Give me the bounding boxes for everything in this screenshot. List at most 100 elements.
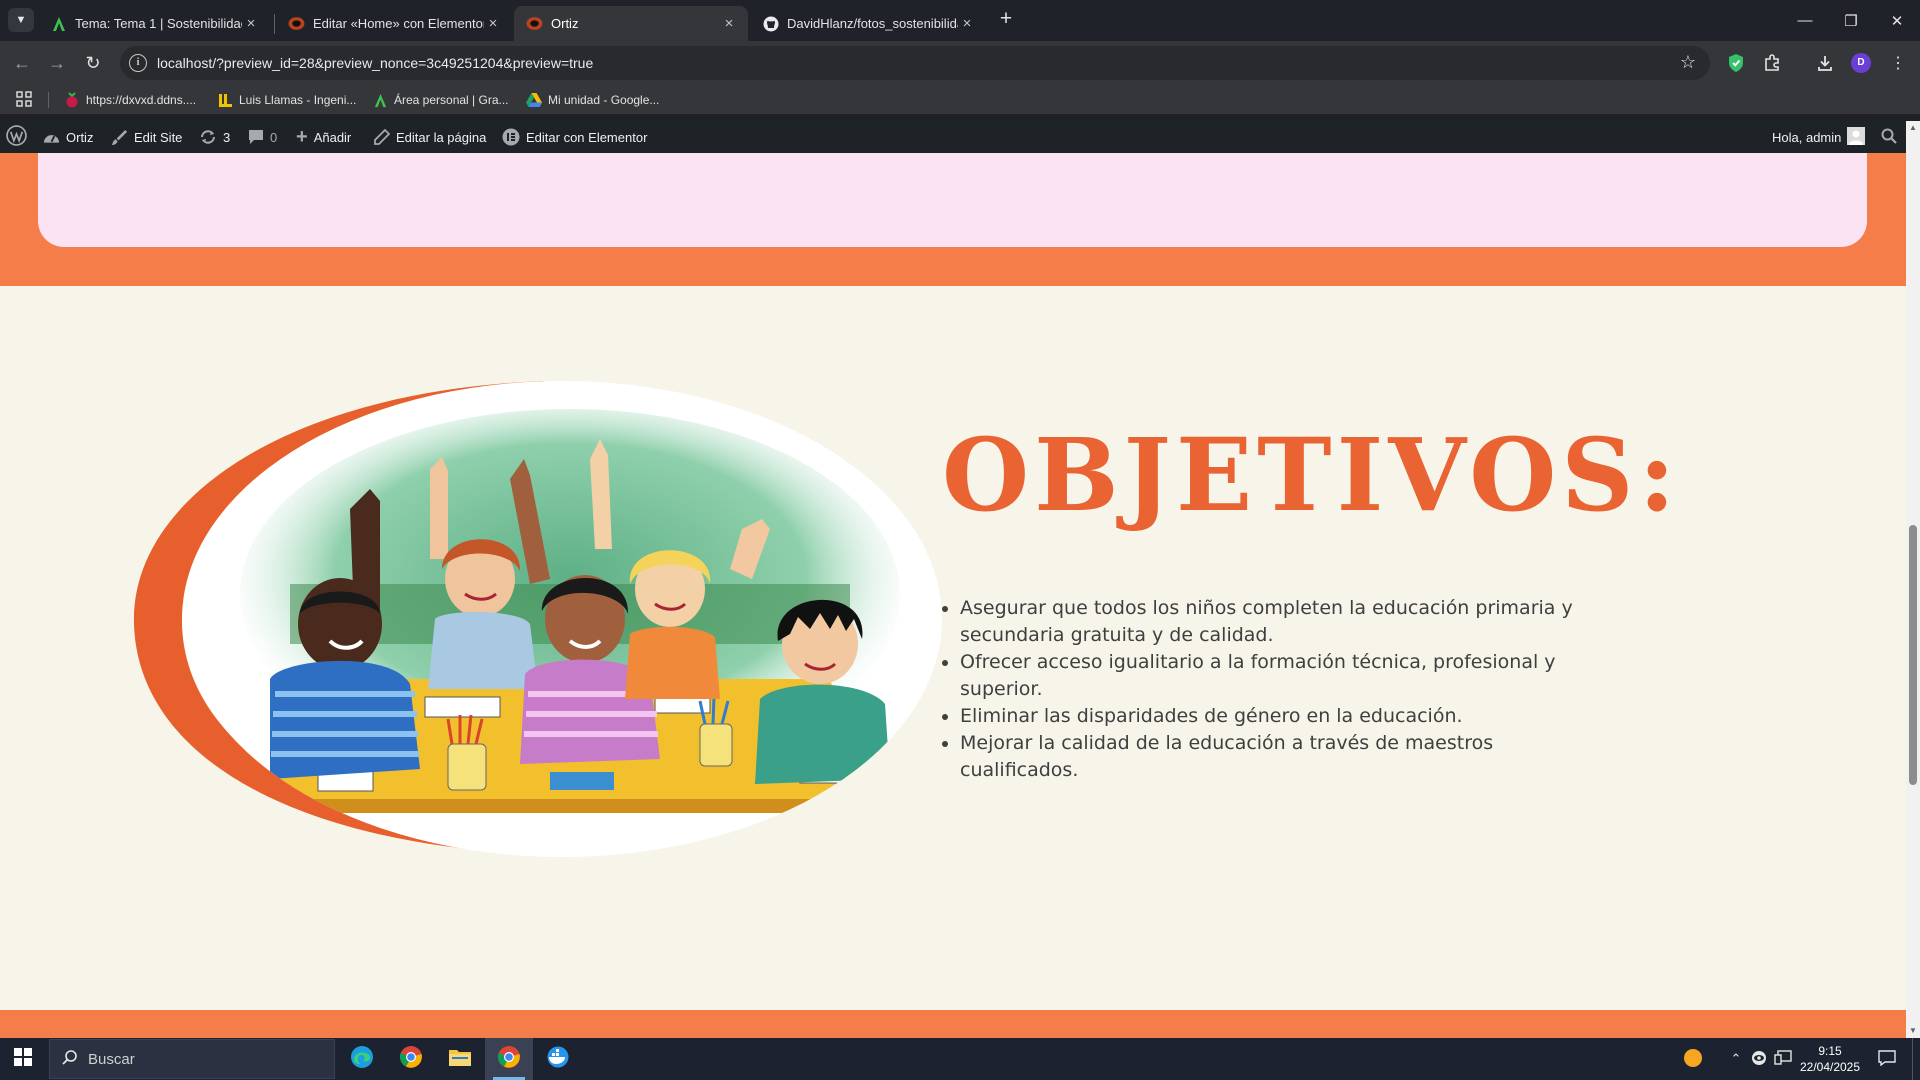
taskbar-docker[interactable] <box>534 1038 582 1080</box>
address-bar[interactable]: i localhost/?preview_id=28&preview_nonce… <box>120 46 1710 80</box>
tab-elementor-editor[interactable]: Editar «Home» con Elementor × <box>276 6 512 41</box>
add-new-label: Añadir <box>313 129 352 145</box>
forward-button[interactable]: → <box>41 47 73 79</box>
profile-avatar[interactable]: D <box>1851 53 1871 73</box>
reload-button[interactable]: ↻ <box>77 47 109 79</box>
bookmark-label: Luis Llamas - Ingeni... <box>239 93 357 107</box>
reload-icon: ↻ <box>85 52 101 73</box>
tab-label: DavidHlanz/fotos_sostenibilidad <box>787 16 958 31</box>
site-info-icon[interactable]: i <box>129 54 147 72</box>
bookmarks-bar: https://dxvxd.ddns.... Luis Llamas - Ing… <box>0 85 1920 115</box>
bookmark-item[interactable]: Área personal | Gra... <box>372 90 509 110</box>
tab-search-button[interactable]: ▼ <box>8 8 34 32</box>
vpn-eye-icon <box>1751 1050 1767 1069</box>
new-tab-button[interactable]: + <box>994 6 1018 34</box>
shield-extension-icon[interactable] <box>1722 49 1750 77</box>
wordpress-icon <box>6 125 27 149</box>
minimize-button[interactable]: — <box>1782 0 1828 41</box>
status-dot-icon <box>1683 1048 1703 1071</box>
tray-vpn[interactable] <box>1748 1038 1770 1080</box>
page-scrollbar[interactable]: ▲ ▼ <box>1906 121 1920 1038</box>
scroll-down-icon[interactable]: ▼ <box>1906 1024 1920 1038</box>
site-logo-icon <box>288 15 305 32</box>
start-button[interactable] <box>0 1038 46 1080</box>
edit-site-link[interactable]: Edit Site <box>111 121 182 153</box>
avatar <box>1847 126 1866 148</box>
updates-link[interactable]: 3 <box>199 121 230 153</box>
close-icon[interactable]: × <box>242 15 260 32</box>
notifications-button[interactable] <box>1872 1038 1902 1080</box>
chevron-up-icon: ⌃ <box>1730 1051 1742 1066</box>
tab-moodle[interactable]: Tema: Tema 1 | Sostenibilidad A × <box>38 6 270 41</box>
updates-refresh-icon <box>199 129 217 145</box>
admin-search-button[interactable] <box>1881 121 1897 153</box>
close-icon[interactable]: × <box>720 15 738 32</box>
bookmark-label: Mi unidad - Google... <box>548 93 660 107</box>
taskbar-chrome[interactable] <box>387 1038 435 1080</box>
search-placeholder: Buscar <box>88 1050 135 1068</box>
tab-ortiz[interactable]: Ortiz × <box>514 6 748 41</box>
apps-grid-icon[interactable] <box>16 91 34 109</box>
edge-icon <box>350 1045 374 1074</box>
new-content-menu[interactable]: + Añadir <box>296 121 351 153</box>
site-name: Ortiz <box>66 129 94 145</box>
github-icon <box>762 15 779 32</box>
tab-divider <box>274 14 275 34</box>
pink-panel <box>38 153 1867 247</box>
bookmark-item[interactable]: Luis Llamas - Ingeni... <box>217 90 356 110</box>
docker-whale-icon <box>545 1046 571 1073</box>
bookmark-item[interactable]: https://dxvxd.ddns.... <box>64 90 196 110</box>
edit-page-link[interactable]: Editar la página <box>374 121 486 153</box>
download-icon[interactable] <box>1811 49 1839 77</box>
show-desktop-button[interactable] <box>1912 1038 1920 1080</box>
extensions-puzzle-icon[interactable] <box>1758 49 1786 77</box>
tab-github[interactable]: DavidHlanz/fotos_sostenibilidad × <box>750 6 986 41</box>
close-icon[interactable]: × <box>958 15 976 32</box>
taskbar-chrome-active[interactable] <box>485 1038 533 1080</box>
moodle-a-icon <box>50 15 67 32</box>
list-item: Eliminar las disparidades de género en l… <box>960 703 1580 730</box>
bookmark-star-icon[interactable]: ☆ <box>1680 52 1696 73</box>
close-window-button[interactable]: ✕ <box>1874 0 1920 41</box>
chevron-down-icon: ▼ <box>15 14 27 26</box>
browser-tab-strip: ▼ Tema: Tema 1 | Sostenibilidad A × Edit… <box>0 0 1920 41</box>
taskbar-search-box[interactable]: Buscar <box>49 1039 335 1079</box>
url-text[interactable]: localhost/?preview_id=28&preview_nonce=3… <box>157 55 593 71</box>
comments-link[interactable]: 0 <box>248 121 277 153</box>
more-menu-icon[interactable]: ⋮ <box>1884 49 1912 77</box>
restore-icon: ❐ <box>1844 12 1858 30</box>
arrow-right-icon: → <box>48 52 66 73</box>
chrome-icon <box>399 1045 423 1074</box>
bookmark-item[interactable]: Mi unidad - Google... <box>526 90 659 110</box>
moodle-a-icon <box>372 92 388 108</box>
dashboard-gauge-icon <box>43 130 60 144</box>
restore-button[interactable]: ❐ <box>1828 0 1874 41</box>
notification-icon <box>1878 1049 1896 1069</box>
clock-time: 9:15 <box>1818 1044 1842 1058</box>
site-name-menu[interactable]: Ortiz <box>43 121 93 153</box>
my-account-menu[interactable]: Hola, admin <box>1772 121 1866 153</box>
tray-app-status[interactable] <box>1681 1038 1705 1080</box>
taskbar-clock[interactable]: 9:15 22/04/2025 <box>1790 1043 1870 1075</box>
close-icon[interactable]: × <box>484 15 502 32</box>
taskbar-file-explorer[interactable] <box>436 1038 484 1080</box>
tray-show-hidden[interactable]: ⌃ <box>1726 1038 1746 1080</box>
arrow-left-icon: ← <box>13 52 31 73</box>
ll-logo-icon <box>217 92 233 108</box>
page-viewport: OBJETIVOS: Asegurar que todos los niños … <box>0 153 1906 1038</box>
wordpress-logo-menu[interactable] <box>6 121 27 153</box>
comments-count: 0 <box>270 129 278 145</box>
scroll-up-icon[interactable]: ▲ <box>1906 121 1920 135</box>
close-icon: ✕ <box>1890 12 1904 30</box>
taskbar-edge[interactable] <box>338 1038 386 1080</box>
edit-with-elementor-link[interactable]: Editar con Elementor <box>502 121 647 153</box>
bookmark-label: Área personal | Gra... <box>394 93 509 107</box>
edit-site-label: Edit Site <box>134 129 183 145</box>
tab-label: Editar «Home» con Elementor <box>313 16 484 31</box>
search-icon <box>1881 128 1897 147</box>
back-button[interactable]: ← <box>6 47 38 79</box>
scrollbar-thumb[interactable] <box>1909 525 1917 785</box>
bookmark-label: https://dxvxd.ddns.... <box>86 93 197 107</box>
comment-bubble-icon <box>248 129 264 145</box>
objectives-list: Asegurar que todos los niños completen l… <box>960 595 1580 784</box>
